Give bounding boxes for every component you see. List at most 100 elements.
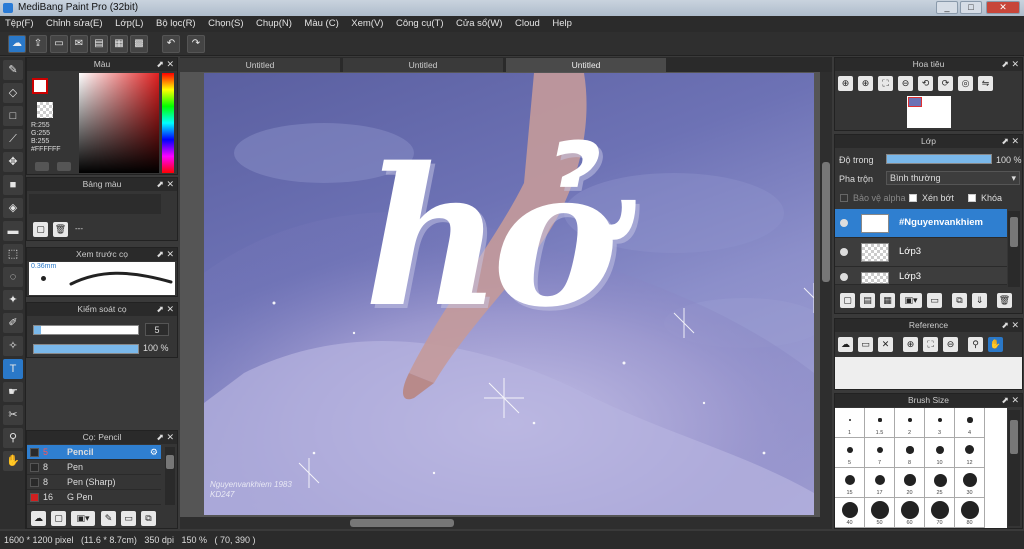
brush-size-option[interactable]: 2 <box>895 408 925 438</box>
brush-size-option[interactable]: 25 <box>925 468 955 498</box>
artwork-canvas[interactable]: hở Nguyenvankhiem 1983 KD247 <box>204 73 814 515</box>
brush-size-option[interactable]: 4 <box>955 408 985 438</box>
brush-size-option[interactable]: 8 <box>895 438 925 468</box>
gear-icon[interactable]: ⚙ <box>150 445 158 460</box>
fill-rect-tool-icon[interactable]: ■ <box>3 175 23 195</box>
foreground-color-swatch[interactable] <box>32 78 48 94</box>
brush-size-option[interactable]: 60 <box>895 498 925 528</box>
layer-item[interactable]: Lớp3 <box>835 238 1007 267</box>
eye-icon[interactable] <box>840 219 848 227</box>
rotate-left-icon[interactable]: ⟲ <box>918 76 933 91</box>
reference-close-icon[interactable]: ✕ <box>878 337 893 352</box>
cloud-icon[interactable]: ☁ <box>8 35 26 53</box>
reference-zoom-in-icon[interactable]: ⊕ <box>903 337 918 352</box>
brush-size-option[interactable]: 17 <box>865 468 895 498</box>
comment-icon[interactable]: ▭ <box>50 35 68 53</box>
background-color-swatch[interactable] <box>37 102 53 118</box>
new-halftone-layer-icon[interactable]: ▤ <box>860 293 875 308</box>
brush-new-icon[interactable]: ▢ <box>51 511 66 526</box>
menu-view[interactable]: Xem(V) <box>346 16 388 32</box>
rectangle-tool-icon[interactable]: □ <box>3 106 23 126</box>
color-swap-button[interactable] <box>57 162 71 171</box>
palette-swatch-area[interactable] <box>29 194 161 214</box>
blend-mode-select[interactable]: Bình thường ▾ <box>886 171 1020 185</box>
eye-icon[interactable] <box>840 273 848 281</box>
brush-folder-icon[interactable]: ▭ <box>121 511 136 526</box>
brush-list-scrollbar[interactable] <box>165 447 175 505</box>
move-tool-icon[interactable]: ✥ <box>3 152 23 172</box>
menu-file[interactable]: Tệp(F) <box>0 16 39 32</box>
panel-controls-icon[interactable]: ⬈ ✕ <box>1001 319 1019 332</box>
brush-size-option[interactable]: 80 <box>955 498 985 528</box>
layer-add-dropdown-icon[interactable]: ▣▾ <box>900 293 922 308</box>
duplicate-layer-icon[interactable]: ⧉ <box>952 293 967 308</box>
menu-snap[interactable]: Chụp(N) <box>251 16 297 32</box>
chat-icon[interactable]: ✉ <box>70 35 88 53</box>
brush-size-option[interactable]: 20 <box>895 468 925 498</box>
select-rect-tool-icon[interactable]: ⬚ <box>3 244 23 264</box>
layer-folder-icon[interactable]: ▭ <box>927 293 942 308</box>
reference-cloud-icon[interactable]: ☁ <box>838 337 853 352</box>
brush-size-option[interactable]: 50 <box>865 498 895 528</box>
menu-filter[interactable]: Bộ lọc(R) <box>151 16 201 32</box>
brush-size-scrollbar[interactable] <box>1008 410 1020 526</box>
brush-add-icon[interactable]: ▣▾ <box>71 511 95 526</box>
fit-icon[interactable]: ⛶ <box>878 76 893 91</box>
operation-tool-icon[interactable]: ☛ <box>3 382 23 402</box>
reference-canvas[interactable] <box>835 357 1022 389</box>
color-mode-button[interactable] <box>35 162 49 171</box>
brush-size-option[interactable]: 15 <box>835 468 865 498</box>
layer-item[interactable]: Lớp3 <box>835 267 1007 285</box>
layer-opacity-slider[interactable] <box>886 154 992 164</box>
brush-size-option[interactable]: 12 <box>955 438 985 468</box>
hand-tool-icon[interactable]: ✋ <box>3 451 23 471</box>
menu-help[interactable]: Help <box>547 16 577 32</box>
brush-item-pen[interactable]: 8 Pen <box>27 460 161 475</box>
panel-controls-icon[interactable]: ⬈ ✕ <box>156 58 174 71</box>
maximize-button[interactable]: □ <box>960 1 982 14</box>
document-icon[interactable]: ▤ <box>90 35 108 53</box>
panel-controls-icon[interactable]: ⬈ ✕ <box>156 178 174 191</box>
new-layer-icon[interactable]: ▢ <box>840 293 855 308</box>
new-8bit-layer-icon[interactable]: ▦ <box>880 293 895 308</box>
upload-icon[interactable]: ⇪ <box>29 35 47 53</box>
brush-size-option[interactable]: 70 <box>925 498 955 528</box>
lasso-tool-icon[interactable]: ◌ <box>3 267 23 287</box>
lock-checkbox[interactable] <box>968 194 976 202</box>
menu-color[interactable]: Màu (C) <box>299 16 343 32</box>
brush-copy-icon[interactable]: ⧉ <box>141 511 156 526</box>
text-tool-icon[interactable]: T <box>3 359 23 379</box>
brush-size-option[interactable]: 1.5 <box>865 408 895 438</box>
redo-icon[interactable]: ↷ <box>187 35 205 53</box>
zoom-in-2-icon[interactable]: ⊕ <box>858 76 873 91</box>
brush-size-value[interactable]: 5 <box>145 323 169 336</box>
panel-controls-icon[interactable]: ⬈ ✕ <box>1001 394 1019 407</box>
line-tool-icon[interactable]: ⟋ <box>3 129 23 149</box>
tiles-icon[interactable]: ▩ <box>130 35 148 53</box>
eyedropper-tool-icon[interactable]: ⚲ <box>3 428 23 448</box>
brush-cloud-icon[interactable]: ☁ <box>31 511 46 526</box>
select-pen-tool-icon[interactable]: ✐ <box>3 313 23 333</box>
delete-layer-icon[interactable]: 🗑 <box>997 293 1012 308</box>
bucket-tool-icon[interactable]: ◈ <box>3 198 23 218</box>
tab-untitled-2[interactable]: Untitled <box>343 58 503 72</box>
gradient-tool-icon[interactable]: ▬ <box>3 221 23 241</box>
eye-icon[interactable] <box>840 248 848 256</box>
tab-untitled-3[interactable]: Untitled <box>506 58 666 72</box>
brush-size-option[interactable]: 5 <box>835 438 865 468</box>
brush-item-pencil[interactable]: 5 Pencil ⚙ <box>27 445 161 460</box>
close-button[interactable]: ✕ <box>986 1 1020 14</box>
grid-doc-icon[interactable]: ▦ <box>110 35 128 53</box>
panel-controls-icon[interactable]: ⬈ ✕ <box>156 248 174 261</box>
delete-palette-icon[interactable]: 🗑 <box>53 222 68 237</box>
menu-select[interactable]: Chọn(S) <box>203 16 248 32</box>
new-palette-icon[interactable]: ▢ <box>33 222 48 237</box>
hue-slider[interactable] <box>162 73 174 173</box>
undo-icon[interactable]: ↶ <box>162 35 180 53</box>
reference-fit-icon[interactable]: ⛶ <box>923 337 938 352</box>
brush-tool-icon[interactable]: ✎ <box>3 60 23 80</box>
menu-window[interactable]: Cửa sổ(W) <box>451 16 507 32</box>
layer-item[interactable]: #Nguyenvankhiem <box>835 209 1007 238</box>
layer-list-scrollbar[interactable] <box>1008 211 1020 287</box>
navigator-viewport[interactable] <box>908 97 922 107</box>
